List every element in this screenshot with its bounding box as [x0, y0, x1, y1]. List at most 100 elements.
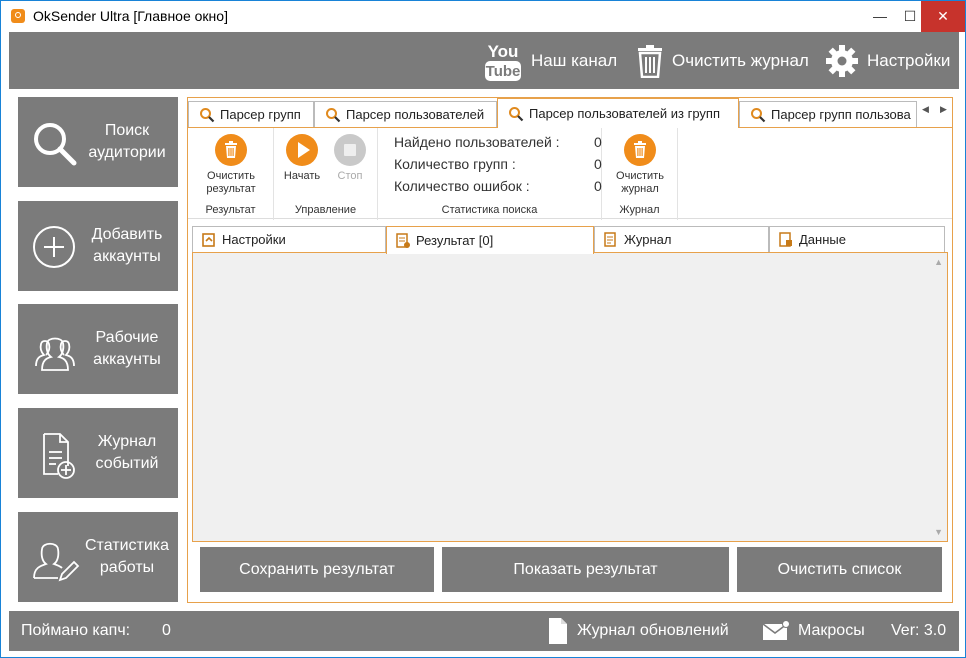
tab-user-groups-parser[interactable]: Парсер групп пользова	[739, 101, 917, 127]
tab-log[interactable]: Журнал	[594, 226, 769, 252]
stat-value: 0	[594, 156, 602, 172]
sidebar-item-audience-search[interactable]: Поиск аудитории	[18, 97, 178, 187]
stop-label: Стоп	[337, 170, 363, 182]
result-tabs: Настройки Результат [0] Журнал Данные	[192, 226, 948, 254]
captcha-value: 0	[162, 622, 171, 639]
ribbon-group-label: Журнал	[619, 204, 660, 216]
stat-groups-count: Количество групп : 0	[394, 156, 602, 172]
app-logo-icon	[11, 9, 25, 23]
sidebar-item-label: Рабочие аккаунты	[93, 329, 161, 368]
ribbon-group-stats: Найдено пользователей : 0 Количество гру…	[378, 128, 602, 220]
search-icon	[751, 107, 766, 122]
updates-log-link[interactable]: Журнал обновлений	[547, 611, 729, 651]
tab-label: Результат [0]	[416, 233, 494, 248]
result-doc-icon	[396, 232, 410, 248]
ribbon-group-label: Статистика поиска	[441, 204, 538, 216]
channel-label: Наш канал	[531, 50, 618, 70]
scroll-down-icon[interactable]: ▼	[934, 527, 943, 537]
tab-label: Парсер групп	[220, 107, 301, 122]
ribbon-group-log: Очистить журнал Журнал	[602, 128, 678, 220]
sidebar-item-label: Журнал событий	[95, 433, 159, 472]
tab-user-parser[interactable]: Парсер пользователей	[314, 101, 497, 127]
stop-button[interactable]: Стоп	[330, 134, 370, 183]
sidebar-item-event-log[interactable]: Журнал событий	[18, 408, 178, 498]
ribbon-group-result: Очистить результат Результат	[188, 128, 274, 220]
tab-label: Парсер пользователей	[346, 107, 485, 122]
stat-label: Найдено пользователей :	[394, 134, 560, 150]
stat-value: 0	[594, 178, 602, 194]
save-result-button[interactable]: Сохранить результат	[200, 547, 434, 592]
settings-header-button[interactable]: Настройки	[825, 32, 950, 89]
version-text-wrap: Ver: 3.0	[891, 611, 946, 651]
captcha-value-wrap: 0	[162, 611, 171, 651]
youtube-icon: You Tube	[485, 42, 521, 81]
clear-log-button[interactable]: Очистить журнал	[608, 134, 672, 196]
channel-link[interactable]: You Tube Наш канал	[483, 32, 617, 89]
trash-icon	[624, 134, 656, 166]
ribbon-toolbar: Очистить результат Результат Начать Стоп…	[188, 127, 952, 220]
search-icon	[326, 107, 341, 122]
version-text: Ver: 3.0	[891, 622, 947, 639]
tab-group-parser[interactable]: Парсер групп	[188, 101, 314, 127]
envelope-icon	[762, 620, 790, 640]
minimize-button[interactable]: —	[865, 1, 895, 32]
tab-scroll-right-icon[interactable]: ▶	[940, 104, 947, 115]
stop-icon	[334, 134, 366, 166]
stat-value: 0	[594, 134, 602, 150]
tab-label: Настройки	[222, 232, 286, 247]
stat-found-users: Найдено пользователей : 0	[394, 134, 602, 150]
clear-list-button[interactable]: Очистить список	[737, 547, 942, 592]
top-header: You Tube Наш канал Очистить журнал Настр…	[9, 32, 959, 89]
clear-result-button[interactable]: Очистить результат	[198, 134, 264, 196]
title-bar: OkSender Ultra [Главное окно] — ☐ ✕	[1, 1, 965, 32]
sidebar-item-work-stats[interactable]: Статистика работы	[18, 512, 178, 602]
stat-label: Количество групп :	[394, 156, 516, 172]
start-label: Начать	[283, 170, 321, 182]
macros-link[interactable]: Макросы	[762, 611, 865, 651]
svg-text:Tube: Tube	[486, 63, 521, 80]
clear-result-label-2: результат	[206, 183, 256, 195]
tab-settings[interactable]: Настройки	[192, 226, 386, 252]
tab-scroll-left-icon[interactable]: ◀	[922, 104, 929, 115]
tab-label: Парсер пользователей из групп	[529, 106, 721, 121]
parser-tabs: Парсер групп Парсер пользователей Парсер…	[188, 98, 952, 128]
trash-icon	[638, 44, 662, 78]
clear-log-label-2: журнал	[621, 183, 659, 195]
log-doc-icon	[604, 231, 616, 247]
svg-text:You: You	[488, 42, 519, 61]
trash-icon	[215, 134, 247, 166]
search-icon	[509, 106, 524, 121]
sidebar-item-label: Поиск аудитории	[88, 122, 166, 161]
ribbon-group-label: Управление	[294, 204, 357, 216]
ribbon-group-label: Результат	[205, 204, 256, 216]
sidebar-item-label: Добавить аккаунты	[91, 226, 163, 265]
clear-log-header-button[interactable]: Очистить журнал	[636, 32, 809, 89]
clear-log-label: Очистить журнал	[672, 50, 809, 70]
tab-label: Журнал	[624, 232, 672, 247]
window-title: OkSender Ultra [Главное окно]	[33, 8, 228, 24]
tab-users-from-groups-parser[interactable]: Парсер пользователей из групп	[497, 98, 739, 128]
tab-result[interactable]: Результат [0]	[386, 226, 594, 254]
start-button[interactable]: Начать	[282, 134, 322, 183]
main-panel: Парсер групп Парсер пользователей Парсер…	[187, 97, 953, 603]
play-icon	[286, 134, 318, 166]
clear-result-label-1: Очистить	[207, 170, 255, 182]
result-list[interactable]: ▲ ▼	[192, 252, 948, 542]
scroll-up-icon[interactable]: ▲	[934, 257, 943, 267]
gear-icon	[826, 44, 858, 77]
tab-label: Парсер групп пользова	[771, 107, 911, 122]
add-circle-icon	[33, 226, 75, 268]
sidebar-item-work-accounts[interactable]: Рабочие аккаунты	[18, 304, 178, 394]
ribbon-group-control: Начать Стоп Управление	[274, 128, 378, 220]
captcha-counter: Поймано капч:	[21, 611, 130, 651]
stat-errors-count: Количество ошибок : 0	[394, 178, 602, 194]
close-button[interactable]: ✕	[921, 1, 965, 32]
settings-label: Настройки	[867, 50, 951, 70]
settings-doc-icon	[202, 232, 215, 247]
search-icon	[34, 123, 77, 166]
tab-label: Данные	[799, 232, 846, 247]
show-result-button[interactable]: Показать результат	[442, 547, 729, 592]
tab-data[interactable]: Данные	[769, 226, 945, 252]
sidebar-item-label: Статистика работы	[84, 537, 170, 576]
sidebar-item-add-accounts[interactable]: Добавить аккаунты	[18, 201, 178, 291]
